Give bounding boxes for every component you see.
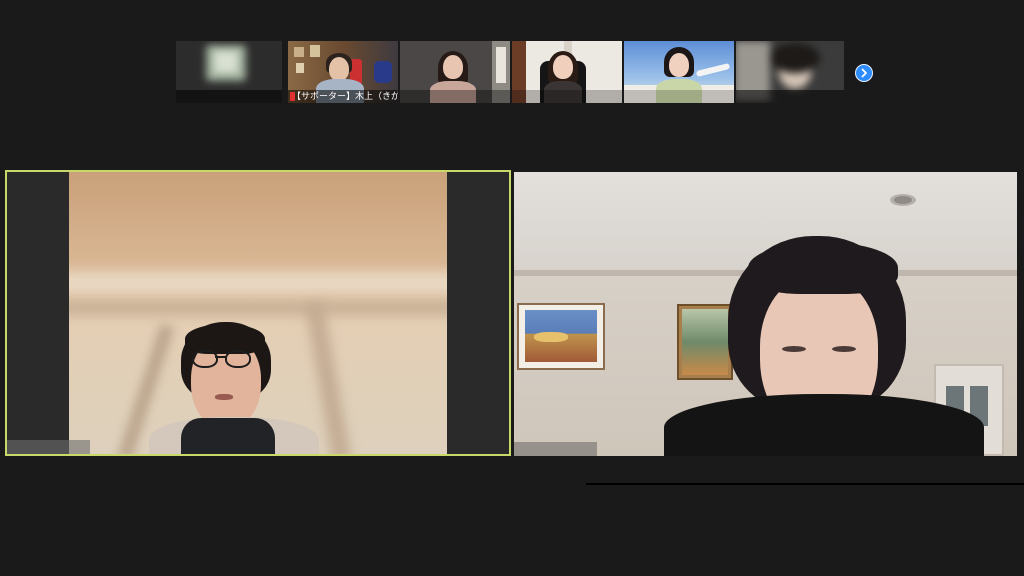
participant-name-label: 【サポーター】木上（きがみ… xyxy=(288,90,398,103)
video-tile[interactable] xyxy=(514,172,1017,456)
video-feed xyxy=(69,172,447,454)
participant-name-label xyxy=(736,90,844,103)
mic-muted-icon xyxy=(290,92,295,101)
participant-name-label xyxy=(514,442,597,456)
participant-name-label xyxy=(624,90,734,103)
participant-name-label xyxy=(176,90,282,103)
participant-name-label xyxy=(7,440,90,454)
participant-thumbnail[interactable] xyxy=(624,41,734,103)
participant-thumbnail[interactable] xyxy=(512,41,622,103)
participant-thumbnail[interactable] xyxy=(736,41,844,103)
video-feed xyxy=(514,172,1017,456)
video-tile-active-speaker[interactable] xyxy=(5,170,511,456)
chevron-right-icon xyxy=(861,68,867,78)
participant-thumbnail[interactable] xyxy=(400,41,510,103)
participant-thumbnail[interactable]: 【サポーター】木上（きがみ… xyxy=(288,41,398,103)
participant-name-label xyxy=(512,90,622,103)
next-page-button[interactable] xyxy=(855,64,873,82)
divider xyxy=(586,483,1024,485)
participant-name-label xyxy=(400,90,510,103)
participant-thumbnail[interactable] xyxy=(176,41,282,103)
